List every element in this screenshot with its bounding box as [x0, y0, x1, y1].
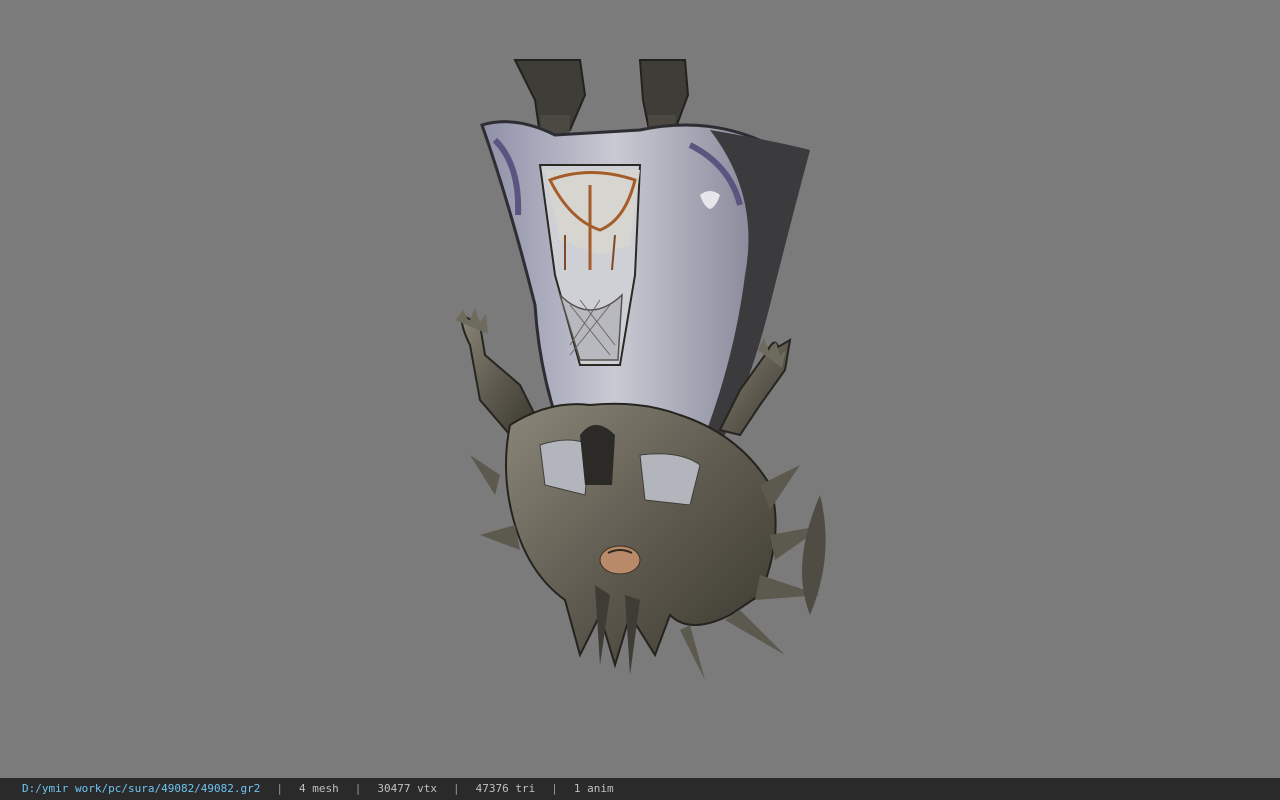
status-bar: D:/ymir work/pc/sura/49082/49082.gr2 | 4…	[0, 778, 1280, 800]
armor-torso	[470, 402, 826, 680]
mesh-count: 4 mesh	[299, 782, 339, 795]
character-model[interactable]	[440, 55, 840, 685]
triangle-count: 47376 tri	[475, 782, 536, 795]
animation-count: 1 anim	[573, 782, 614, 795]
separator: |	[453, 782, 460, 795]
separator: |	[354, 782, 362, 795]
separator: |	[276, 782, 284, 795]
separator: |	[551, 782, 558, 795]
vertex-count: 30477 vtx	[377, 782, 438, 795]
3d-viewport[interactable]	[0, 0, 1280, 778]
file-path: D:/ymir work/pc/sura/49082/49082.gr2	[22, 782, 261, 795]
